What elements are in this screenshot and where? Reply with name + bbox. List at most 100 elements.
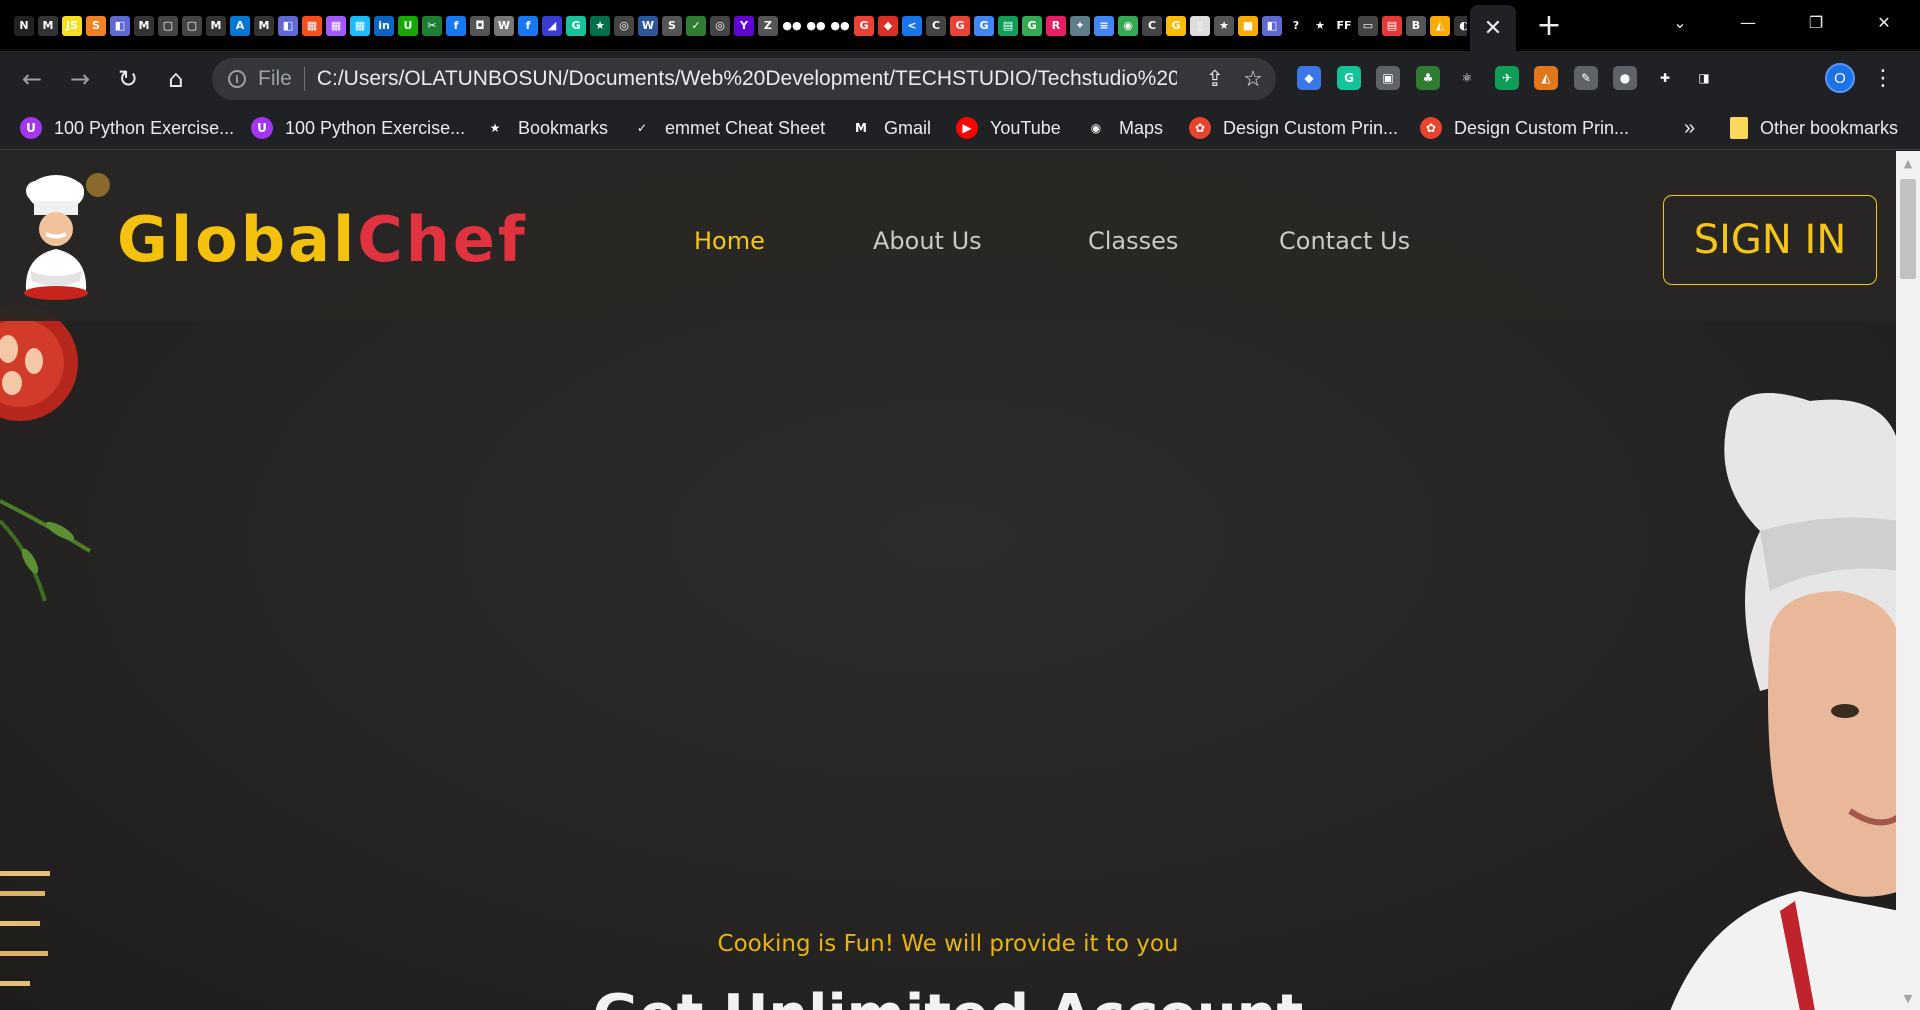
linear-icon[interactable]: ◧ xyxy=(110,15,130,36)
medium-icon[interactable]: M xyxy=(38,15,58,36)
maps-icon[interactable]: ◉ xyxy=(1118,15,1138,36)
bookmark-item[interactable]: U 100 Python Exercise... xyxy=(251,114,465,142)
tree-icon[interactable]: ♣ xyxy=(1416,66,1440,90)
extension-icon-1[interactable]: ◆ xyxy=(1297,66,1321,90)
nav-classes-link[interactable]: Classes xyxy=(1088,227,1178,255)
chef-mascot-logo-icon[interactable] xyxy=(16,171,116,301)
profile-avatar[interactable]: O xyxy=(1825,63,1855,93)
bookmark-item[interactable]: ✿ Design Custom Prin... xyxy=(1189,114,1398,142)
github-icon[interactable]: ◎ xyxy=(710,15,730,36)
new-tab-button[interactable]: + xyxy=(1534,8,1564,43)
medium-icon[interactable]: M xyxy=(134,15,154,36)
page-icon[interactable]: < xyxy=(902,15,922,36)
page-icon[interactable]: R xyxy=(1046,15,1066,36)
google-icon[interactable]: G xyxy=(1022,15,1042,36)
page-icon[interactable]: ■ xyxy=(1238,15,1258,36)
nav-contact-us-link[interactable]: Contact Us xyxy=(1279,227,1410,255)
medium-icon[interactable]: M xyxy=(254,15,274,36)
side-panel-icon[interactable]: ◨ xyxy=(1692,66,1716,90)
wikipedia-icon[interactable]: W xyxy=(494,15,514,36)
site-info-icon[interactable]: i xyxy=(228,70,246,88)
bookmark-item[interactable]: ◉ Maps xyxy=(1085,114,1163,142)
google-icon[interactable]: G xyxy=(854,15,874,36)
home-icon[interactable]: ⌂ xyxy=(160,63,192,95)
page-icon[interactable]: Z xyxy=(758,15,778,36)
bookmark-item[interactable]: ✓ emmet Cheat Sheet xyxy=(631,114,825,142)
javascript-icon[interactable]: JS xyxy=(62,15,82,36)
back-arrow-icon[interactable]: ← xyxy=(16,63,48,95)
word-icon[interactable]: W xyxy=(638,15,658,36)
scribd-icon[interactable]: S xyxy=(662,15,682,36)
close-tab-icon[interactable]: ✕ xyxy=(1484,16,1502,41)
pdf-icon[interactable]: ▤ xyxy=(1382,15,1402,36)
browser-menu-icon[interactable]: ⋮ xyxy=(1870,63,1896,93)
page-icon[interactable]: ◭ xyxy=(1430,15,1450,36)
nav-home-link[interactable]: Home xyxy=(694,227,765,255)
metamask-icon[interactable]: ◭ xyxy=(1534,66,1558,90)
page-scrollbar[interactable]: ▲ ▼ xyxy=(1896,151,1920,1010)
extension-icon-2[interactable]: ▣ xyxy=(1376,66,1400,90)
bookmark-item[interactable]: ▶ YouTube xyxy=(956,114,1061,142)
bookmark-item[interactable]: M Gmail xyxy=(850,114,931,142)
google-icon[interactable]: G xyxy=(974,15,994,36)
page-icon[interactable]: C xyxy=(1142,15,1162,36)
address-bar[interactable]: i File C:/Users/OLATUNBOSUN/Documents/We… xyxy=(212,58,1276,100)
page-icon[interactable]: ▢ xyxy=(182,15,202,36)
linear-icon[interactable]: ◧ xyxy=(278,15,298,36)
forward-arrow-icon[interactable]: → xyxy=(64,63,96,95)
react-icon[interactable]: ⚛ xyxy=(1455,66,1479,90)
bold-icon[interactable]: B xyxy=(1406,15,1426,36)
figma-icon[interactable]: ▦ xyxy=(326,15,346,36)
bookmark-star-icon[interactable]: ☆ xyxy=(1240,66,1266,92)
nav-about-us-link[interactable]: About Us xyxy=(873,227,982,255)
sketch-icon[interactable]: ✂ xyxy=(422,15,442,36)
azure-icon[interactable]: A xyxy=(230,15,250,36)
reload-icon[interactable]: ↻ xyxy=(112,63,144,95)
github-icon[interactable]: ◎ xyxy=(614,15,634,36)
medium-icon[interactable]: M xyxy=(206,15,226,36)
other-bookmarks[interactable]: Other bookmarks xyxy=(1730,114,1898,142)
extensions-puzzle-icon[interactable]: ✚ xyxy=(1653,66,1677,90)
yahoo-icon[interactable]: Y xyxy=(734,15,754,36)
page-icon[interactable]: ◢ xyxy=(542,15,562,36)
upwork-icon[interactable]: U xyxy=(398,15,418,36)
restore-button[interactable]: ❐ xyxy=(1782,0,1850,44)
active-tab[interactable]: ✕ xyxy=(1470,5,1516,51)
page-icon[interactable]: ▭ xyxy=(1358,15,1378,36)
extension-icon-3[interactable]: ✈ xyxy=(1495,66,1519,90)
notion-icon[interactable]: N xyxy=(14,15,34,36)
stackoverflow-icon[interactable]: S xyxy=(86,15,106,36)
scroll-down-arrow-icon[interactable]: ▼ xyxy=(1896,988,1920,1008)
star-icon[interactable]: ★ xyxy=(1310,15,1330,36)
grammarly-icon[interactable]: G xyxy=(566,15,586,36)
medium-icon[interactable]: ●● xyxy=(806,15,826,36)
page-icon[interactable]: ◘ xyxy=(470,15,490,36)
medium-icon[interactable]: ●● xyxy=(830,15,850,36)
bookmark-item[interactable]: U 100 Python Exercise... xyxy=(20,114,234,142)
bookmark-item[interactable]: ✿ Design Custom Prin... xyxy=(1420,114,1629,142)
page-icon[interactable]: C xyxy=(926,15,946,36)
figma-icon[interactable]: ▦ xyxy=(302,15,322,36)
scrollbar-thumb[interactable] xyxy=(1900,179,1916,279)
google-icon[interactable]: G xyxy=(950,15,970,36)
window-close-button[interactable]: ✕ xyxy=(1850,0,1918,44)
bookmark-item[interactable]: ★ Bookmarks xyxy=(484,114,608,142)
share-icon[interactable]: ⇪ xyxy=(1202,66,1228,92)
page-icon[interactable]: ✦ xyxy=(1070,15,1090,36)
scroll-up-arrow-icon[interactable]: ▲ xyxy=(1896,153,1920,173)
starbucks-icon[interactable]: ★ xyxy=(590,15,610,36)
facebook-icon[interactable]: f xyxy=(446,15,466,36)
sheets-icon[interactable]: ▤ xyxy=(998,15,1018,36)
page-icon[interactable]: ◐ xyxy=(1454,15,1467,36)
facebook-icon[interactable]: f xyxy=(518,15,538,36)
medium-icon[interactable]: ●● xyxy=(782,15,802,36)
bookmarks-overflow-button[interactable]: » xyxy=(1684,114,1695,142)
page-icon[interactable]: ▢ xyxy=(158,15,178,36)
extension-icon-5[interactable]: ● xyxy=(1613,66,1637,90)
page-icon[interactable]: ▯ xyxy=(1190,15,1210,36)
page-icon[interactable]: ✓ xyxy=(686,15,706,36)
linear-icon[interactable]: ◧ xyxy=(1262,15,1282,36)
star-icon[interactable]: ★ xyxy=(1214,15,1234,36)
url-text[interactable]: C:/Users/OLATUNBOSUN/Documents/Web%20Dev… xyxy=(317,67,1177,91)
linkedin-icon[interactable]: in xyxy=(374,15,394,36)
